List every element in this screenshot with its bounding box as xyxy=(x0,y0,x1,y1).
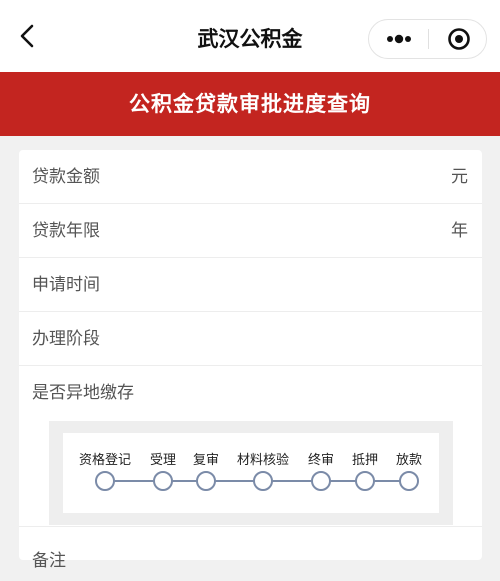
field-row-apply-time: 申请时间 xyxy=(19,258,482,312)
field-row-stage: 办理阶段 xyxy=(19,312,482,366)
field-label: 备注 xyxy=(32,551,66,571)
chevron-left-icon xyxy=(20,24,34,48)
field-label: 办理阶段 xyxy=(32,329,100,349)
back-button[interactable] xyxy=(14,22,42,50)
banner-title: 公积金贷款审批进度查询 xyxy=(129,92,371,116)
field-row-loan-term: 贷款年限 年 xyxy=(19,204,482,258)
progress-tracker: 资格登记 受理 复审 材料核验 终审 抵押 放款 xyxy=(63,433,439,513)
header-banner: 公积金贷款审批进度查询 xyxy=(0,72,500,136)
target-close-icon xyxy=(448,28,470,50)
loan-info-card: 贷款金额 元 贷款年限 年 申请时间 办理阶段 是否异地缴存 资格登记 受理 复… xyxy=(19,150,482,571)
field-row-remote-deposit: 是否异地缴存 xyxy=(19,366,482,420)
step-node-icon xyxy=(253,471,273,491)
progress-step: 放款 xyxy=(369,433,449,513)
mini-program-capsule xyxy=(368,19,487,59)
progress-panel: 资格登记 受理 复审 材料核验 终审 抵押 放款 xyxy=(49,421,453,525)
step-node-icon xyxy=(311,471,331,491)
step-node-icon xyxy=(399,471,419,491)
more-dots-icon xyxy=(387,34,411,44)
field-unit: 年 xyxy=(451,221,468,241)
more-button[interactable] xyxy=(369,20,428,58)
step-node-icon xyxy=(95,471,115,491)
field-label: 贷款年限 xyxy=(32,221,100,241)
step-label: 放款 xyxy=(395,453,422,468)
close-button[interactable] xyxy=(429,20,486,58)
field-row-remark: 备注 xyxy=(19,526,482,571)
field-label: 申请时间 xyxy=(32,275,100,295)
field-unit: 元 xyxy=(451,167,468,187)
step-node-icon xyxy=(196,471,216,491)
field-label: 是否异地缴存 xyxy=(32,383,134,403)
step-node-icon xyxy=(153,471,173,491)
field-row-loan-amount: 贷款金额 元 xyxy=(19,150,482,204)
step-node-icon xyxy=(355,471,375,491)
field-label: 贷款金额 xyxy=(32,167,100,187)
top-nav-bar: 武汉公积金 xyxy=(0,0,500,72)
